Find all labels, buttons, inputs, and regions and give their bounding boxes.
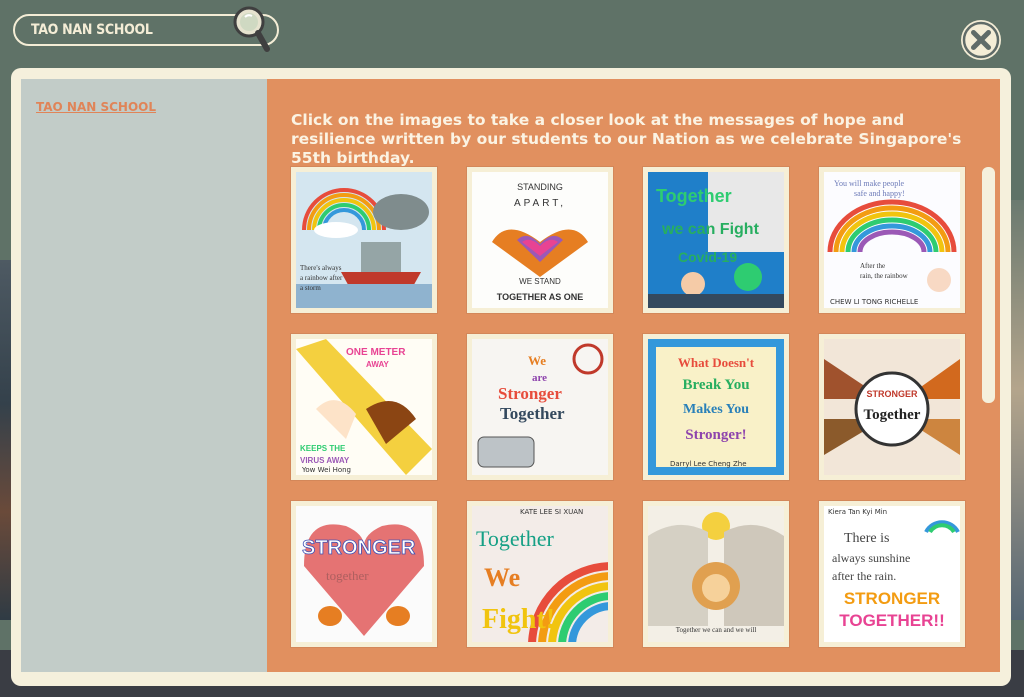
svg-text:VIRUS AWAY: VIRUS AWAY <box>300 456 350 465</box>
svg-text:STRONGER: STRONGER <box>302 537 416 559</box>
artwork-thumb-3[interactable]: Together we can Fight Covid-19 <box>643 167 789 313</box>
artwork-7-caption: Darryl Lee Cheng Zhe <box>670 460 747 468</box>
svg-text:a rainbow after: a rainbow after <box>300 274 343 282</box>
svg-text:TOGETHER AS ONE: TOGETHER AS ONE <box>497 292 584 302</box>
svg-text:STRONGER: STRONGER <box>844 589 940 608</box>
artwork-thumb-10[interactable]: Together We Fight! KATE LEE SI XUAN <box>467 501 613 647</box>
artwork-thumb-8[interactable]: STRONGER Together <box>819 334 965 480</box>
artwork-thumb-11[interactable]: Together we can and we will <box>643 501 789 647</box>
svg-text:STANDING: STANDING <box>517 182 563 192</box>
artwork-image-1: There's always a rainbow after a storm <box>296 172 432 308</box>
svg-text:Together: Together <box>864 407 921 423</box>
svg-text:safe and happy!: safe and happy! <box>854 189 905 198</box>
svg-text:What Doesn't: What Doesn't <box>678 355 755 370</box>
svg-text:a storm: a storm <box>300 284 321 292</box>
artwork-10-caption: KATE LEE SI XUAN <box>520 508 584 516</box>
svg-text:Together: Together <box>476 526 555 551</box>
school-sidebar: TAO NAN SCHOOL <box>21 79 267 672</box>
svg-text:together: together <box>326 568 369 583</box>
svg-text:Makes You: Makes You <box>683 402 749 417</box>
artwork-thumb-1[interactable]: There's always a rainbow after a storm <box>291 167 437 313</box>
svg-text:Together: Together <box>500 404 565 423</box>
sidebar-item-tao-nan-school[interactable]: TAO NAN SCHOOL <box>36 100 156 114</box>
artwork-image-7: What Doesn't Break You Makes You Stronge… <box>648 339 784 475</box>
svg-text:APART,: APART, <box>514 198 566 209</box>
scrollbar-thumb[interactable] <box>982 167 995 403</box>
svg-text:Fight!: Fight! <box>482 604 555 635</box>
artwork-thumb-6[interactable]: We are Stronger Together <box>467 334 613 480</box>
artwork-thumb-9[interactable]: STRONGER together <box>291 501 437 647</box>
artwork-thumb-12[interactable]: There is always sunshine after the rain.… <box>819 501 965 647</box>
svg-text:STRONGER: STRONGER <box>866 389 918 399</box>
svg-text:WE STAND: WE STAND <box>519 277 561 286</box>
svg-text:Stronger: Stronger <box>498 384 562 403</box>
artwork-image-3: Together we can Fight Covid-19 <box>648 172 784 308</box>
artwork-image-10: Together We Fight! KATE LEE SI XUAN <box>472 506 608 642</box>
svg-text:Break You: Break You <box>682 377 749 393</box>
svg-text:We: We <box>528 353 546 368</box>
artwork-image-11: Together we can and we will <box>648 506 784 642</box>
svg-text:we can Fight: we can Fight <box>661 221 760 238</box>
artwork-image-2: STANDING APART, WE STAND TOGETHER AS ONE <box>472 172 608 308</box>
svg-text:Stronger!: Stronger! <box>685 427 746 443</box>
artwork-4-caption: CHEW LI TONG RICHELLE <box>830 298 919 306</box>
artwork-thumb-5[interactable]: ONE METER AWAY KEEPS THE VIRUS AWAY Yow … <box>291 334 437 480</box>
search-icon[interactable] <box>229 5 273 57</box>
svg-text:Together we can and we will: Together we can and we will <box>676 626 757 634</box>
artwork-1-text: There's always <box>300 264 342 272</box>
close-button[interactable] <box>961 20 1001 60</box>
svg-text:TOGETHER!!: TOGETHER!! <box>839 611 944 630</box>
svg-text:after the rain.: after the rain. <box>832 569 896 583</box>
artwork-image-8: STRONGER Together <box>824 339 960 475</box>
artwork-thumb-7[interactable]: What Doesn't Break You Makes You Stronge… <box>643 334 789 480</box>
svg-text:There is: There is <box>844 531 889 546</box>
artwork-5-caption: Yow Wei Hong <box>302 466 351 474</box>
artwork-image-5: ONE METER AWAY KEEPS THE VIRUS AWAY Yow … <box>296 339 432 475</box>
svg-text:ONE METER: ONE METER <box>346 347 406 358</box>
svg-text:always sunshine: always sunshine <box>832 551 910 565</box>
gallery-modal: TAO NAN SCHOOL Click on the images to ta… <box>11 68 1011 686</box>
svg-text:are: are <box>532 372 547 384</box>
artwork-thumb-4[interactable]: You will make people safe and happy! Aft… <box>819 167 965 313</box>
svg-text:rain, the rainbow: rain, the rainbow <box>860 272 909 280</box>
artwork-12-caption: Kiera Tan Kyi Min <box>828 508 888 516</box>
backdrop-right-edge <box>1010 200 1024 620</box>
svg-text:After the: After the <box>860 262 885 270</box>
intro-text: Click on the images to take a closer loo… <box>291 111 962 167</box>
svg-text:Covid-19: Covid-19 <box>678 249 737 265</box>
search-value: TAO NAN SCHOOL <box>31 22 153 38</box>
svg-text:Together: Together <box>656 186 732 206</box>
artwork-thumb-2[interactable]: STANDING APART, WE STAND TOGETHER AS ONE <box>467 167 613 313</box>
svg-text:KEEPS THE: KEEPS THE <box>300 444 346 453</box>
svg-text:You will make people: You will make people <box>834 179 905 188</box>
artwork-image-12: There is always sunshine after the rain.… <box>824 506 960 642</box>
close-icon <box>962 21 1000 59</box>
gallery-content: Click on the images to take a closer loo… <box>267 79 1000 672</box>
artwork-image-6: We are Stronger Together <box>472 339 608 475</box>
svg-text:AWAY: AWAY <box>366 360 389 369</box>
artwork-image-4: You will make people safe and happy! Aft… <box>824 172 960 308</box>
svg-text:We: We <box>484 563 520 592</box>
artwork-image-9: STRONGER together <box>296 506 432 642</box>
